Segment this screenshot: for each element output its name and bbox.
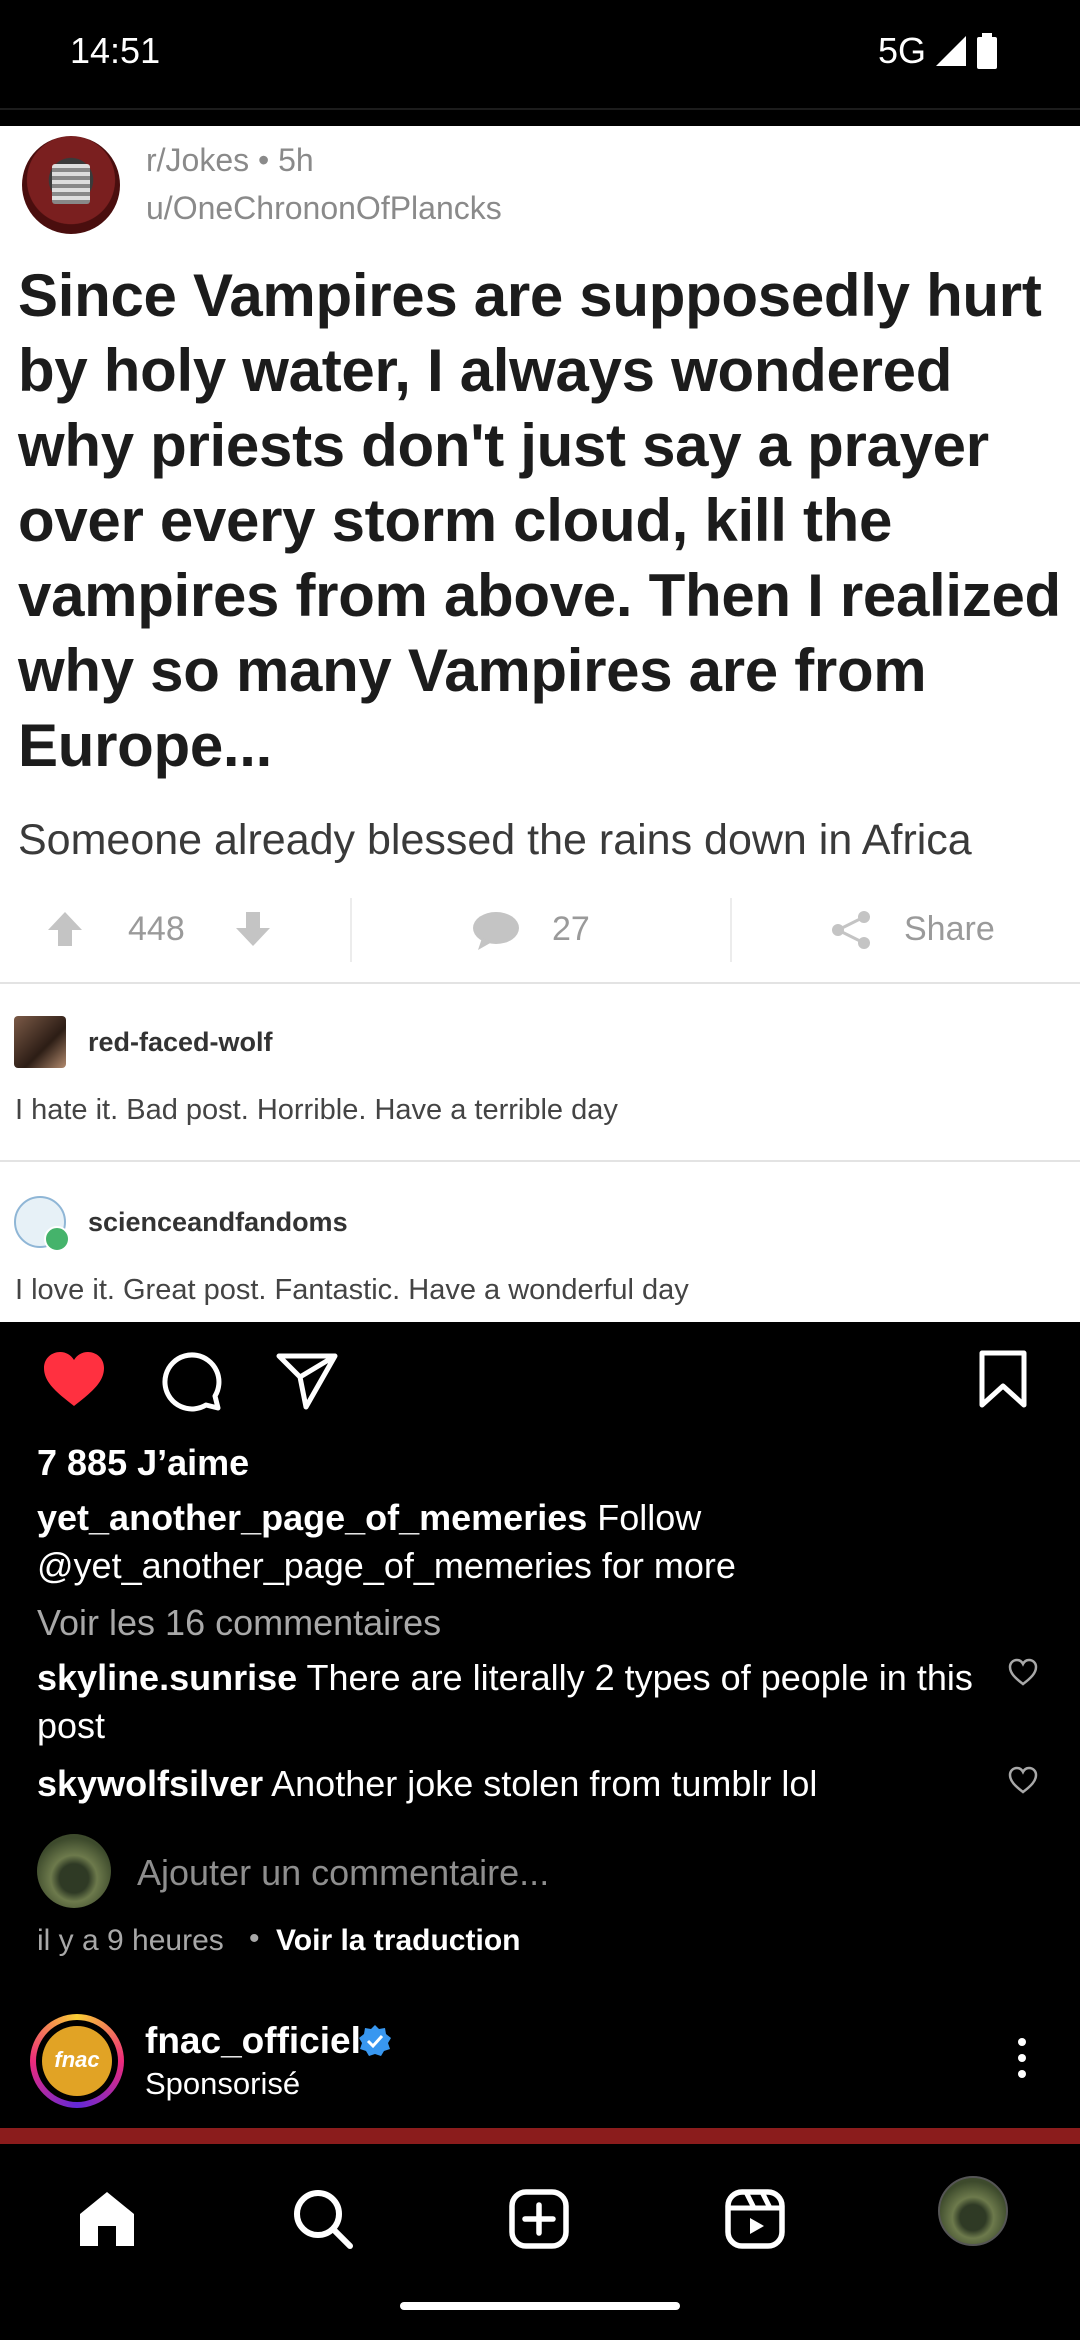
- sponsored-label: Sponsorisé: [145, 2066, 301, 2101]
- sponsored-media-preview[interactable]: [0, 2128, 1080, 2144]
- reels-icon[interactable]: [724, 2188, 786, 2250]
- like-count[interactable]: 7 885 J’aime: [37, 1442, 249, 1484]
- profile-avatar[interactable]: [938, 2176, 1008, 2246]
- network-type: 5G: [878, 30, 927, 71]
- meme-comment-text: I hate it. Bad post. Horrible. Have a te…: [15, 1094, 618, 1126]
- more-options-icon[interactable]: [1006, 2036, 1038, 2080]
- meme-comment-count: 27: [552, 910, 590, 948]
- signal-icon: [936, 36, 967, 66]
- sponsor-username[interactable]: fnac_officiel: [145, 2020, 361, 2062]
- comment-username[interactable]: skyline.sunrise: [37, 1657, 297, 1698]
- divider: [730, 898, 732, 962]
- send-icon[interactable]: [276, 1352, 338, 1410]
- see-translation-link[interactable]: Voir la traduction: [276, 1924, 520, 1958]
- search-icon[interactable]: [292, 2188, 354, 2250]
- view-comments-link[interactable]: Voir les 16 commentaires: [37, 1602, 441, 1644]
- fnac-logo: fnac: [42, 2026, 112, 2096]
- comment-like-heart-icon[interactable]: [1008, 1766, 1038, 1794]
- divider: [350, 898, 352, 962]
- comment-bubble-icon: [473, 912, 519, 950]
- like-heart-icon[interactable]: [42, 1350, 106, 1408]
- status-network: 5G: [878, 30, 998, 72]
- divider: [0, 982, 1080, 984]
- caption-username[interactable]: yet_another_page_of_memeries: [37, 1497, 587, 1538]
- avatar: [14, 1196, 70, 1252]
- status-time: 14:51: [70, 30, 161, 71]
- meme-comment-text: I love it. Great post. Fantastic. Have a…: [15, 1274, 689, 1306]
- add-comment-input[interactable]: Ajouter un commentaire...: [137, 1852, 549, 1894]
- meta-separator: •: [249, 1922, 260, 1955]
- post-time: il y a 9 heures: [37, 1924, 224, 1957]
- comment-like-heart-icon[interactable]: [1008, 1658, 1038, 1686]
- battery-icon: [977, 33, 998, 69]
- bottom-nav: [0, 2144, 1080, 2340]
- home-indicator[interactable]: [400, 2302, 680, 2310]
- avatar: [14, 1016, 66, 1068]
- create-icon[interactable]: [508, 2188, 570, 2250]
- meme-title: Since Vampires are supposedly hurt by ho…: [18, 262, 1061, 779]
- divider: [0, 1160, 1080, 1162]
- bookmark-icon[interactable]: [978, 1350, 1028, 1408]
- divider: [0, 108, 1080, 110]
- post-caption: yet_another_page_of_memeries Follow @yet…: [37, 1494, 997, 1590]
- home-icon[interactable]: [76, 2188, 138, 2250]
- share-icon: [832, 911, 870, 949]
- comment-icon[interactable]: [160, 1350, 222, 1412]
- subreddit-line: r/Jokes • 5h: [146, 142, 314, 178]
- comment-username[interactable]: skywolfsilver: [37, 1763, 263, 1804]
- verified-badge-icon: [359, 2025, 391, 2056]
- comment: skywolfsilver Another joke stolen from t…: [37, 1760, 977, 1808]
- upvote-count: 448: [128, 910, 185, 948]
- meme-action-row: 448 27 Share: [0, 892, 1080, 972]
- share-label: Share: [904, 910, 995, 948]
- meme-body: Someone already blessed the rains down i…: [18, 816, 972, 864]
- comment: skyline.sunrise There are literally 2 ty…: [37, 1654, 977, 1750]
- downvote-icon: [236, 912, 270, 946]
- upvote-icon: [48, 912, 82, 946]
- avatar: [37, 1834, 111, 1908]
- meme-comment-user: red-faced-wolf: [88, 1027, 273, 1057]
- comment-text: Another joke stolen from tumblr lol: [271, 1763, 818, 1804]
- reddit-user-line: u/OneChrononOfPlancks: [146, 190, 502, 226]
- meme-comment-user: scienceandfandoms: [88, 1207, 348, 1237]
- subreddit-avatar: [22, 136, 120, 234]
